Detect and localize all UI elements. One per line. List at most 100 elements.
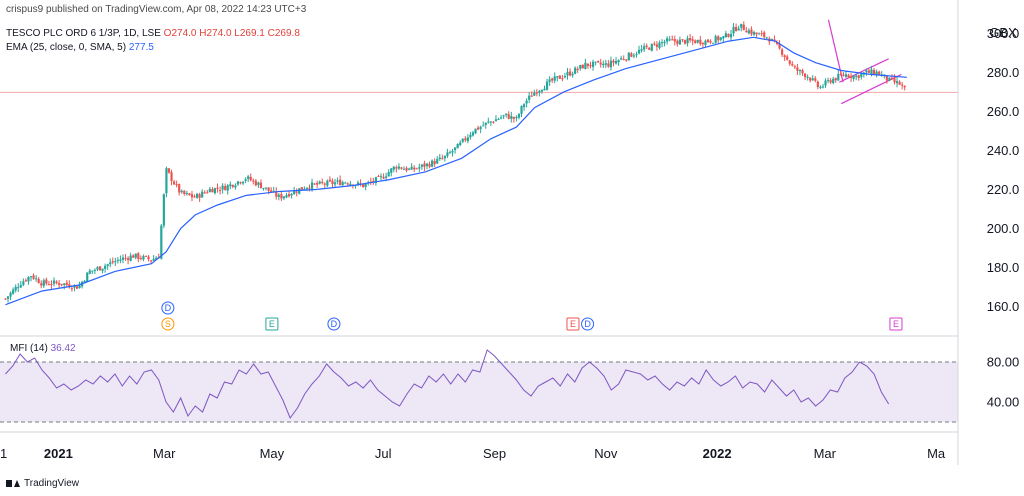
candle-body (40, 283, 43, 286)
mfi-legend[interactable]: MFI (14) 36.42 (10, 343, 76, 354)
time-axis[interactable]: 1 2021 Mar May Jul Sep Nov 2022 Mar Ma (0, 446, 946, 461)
candle-body (696, 39, 699, 43)
candle-body (650, 43, 653, 51)
candle-body (206, 192, 209, 194)
candle-body (295, 191, 298, 193)
candle-body (313, 183, 316, 185)
price-tick-label: 240.0 (987, 143, 1020, 158)
event-marker-d[interactable]: D (581, 317, 595, 331)
candle-body (535, 92, 538, 94)
candle-body (545, 81, 549, 90)
candle-body (740, 23, 743, 28)
candle-body (566, 72, 569, 76)
price-axis[interactable]: GBX160.0180.0200.0220.0240.0260.0280.030… (987, 25, 1020, 314)
price-tick-label: 220.0 (987, 182, 1020, 197)
candle-body (277, 194, 280, 197)
candle-body (643, 46, 646, 50)
time-tick-label: Ma (927, 446, 946, 461)
candle-body (625, 59, 628, 61)
candle-body (259, 182, 263, 189)
candle-body (666, 38, 669, 42)
candle-body (208, 188, 211, 193)
candle-body (377, 176, 380, 178)
tradingview-brand: TradingView (24, 478, 80, 489)
candle-body (109, 262, 112, 265)
candle-body (441, 158, 444, 160)
candle-body (318, 181, 321, 184)
candle-body (469, 134, 472, 138)
candle-body (144, 255, 148, 257)
candle-body (727, 33, 730, 37)
candle-body (249, 176, 252, 181)
candle-body (91, 270, 94, 272)
candle-body (443, 155, 446, 159)
candle-body (694, 40, 697, 44)
candle-body (676, 40, 679, 44)
candle-body (821, 86, 825, 88)
ema-label: EMA (25, close, 0, SMA, 5) (6, 42, 127, 53)
candle-body (111, 261, 114, 263)
candle-body (515, 116, 518, 119)
candle-body (239, 182, 242, 184)
candle-body (221, 185, 224, 190)
candle-body (321, 181, 324, 184)
mfi-pane[interactable] (0, 349, 958, 423)
candle-body (780, 49, 784, 55)
ohlc-values: O274.0 H274.0 L269.1 C269.8 (163, 28, 300, 39)
event-marker-s[interactable]: S (161, 317, 175, 331)
candle-body (844, 74, 848, 77)
event-marker-e[interactable]: E (265, 317, 279, 331)
candle-body (165, 168, 168, 194)
candle-body (257, 182, 260, 185)
candle-body (436, 159, 439, 164)
candle-body (893, 78, 896, 83)
candle-body (29, 276, 33, 278)
candle-body (870, 69, 873, 75)
candle-body (517, 114, 521, 118)
candle-body (254, 180, 257, 186)
candle-body (379, 176, 383, 178)
candle-body (765, 37, 768, 39)
event-marker-e[interactable]: E (889, 317, 903, 331)
candle-body (476, 127, 480, 130)
event-marker-e[interactable]: E (566, 317, 580, 331)
candle-body (714, 36, 717, 43)
candle-body (356, 182, 360, 184)
candle-body (798, 69, 802, 72)
candle-body (420, 164, 423, 167)
time-tick-label: 1 (0, 446, 7, 461)
candle-body (558, 75, 561, 79)
price-chart[interactable]: DS E D E D E GBX160.0180.0200.0220.0240.0260.… (0, 0, 1024, 496)
candle-body (533, 92, 536, 96)
candle-body (576, 69, 579, 71)
ema-legend[interactable]: EMA (25, close, 0, SMA, 5) 277.5 (6, 42, 154, 53)
candle-body (709, 41, 712, 43)
candle-body (58, 283, 61, 285)
candle-body (451, 151, 454, 153)
candle-body (814, 78, 817, 81)
candle-body (27, 276, 30, 282)
candle-body (829, 80, 832, 83)
tradingview-logo[interactable]: TradingView (6, 478, 79, 489)
candle-body (860, 73, 863, 78)
event-letter: E (893, 319, 899, 329)
candle-body (834, 78, 837, 81)
candle-body (520, 105, 523, 114)
candle-body (803, 73, 807, 78)
candle-body (622, 59, 625, 61)
event-letter: D (584, 319, 591, 329)
candle-body (482, 125, 485, 127)
candle-body (216, 187, 219, 189)
candle-body (213, 188, 217, 194)
candle-body (855, 75, 858, 77)
candle-body (691, 39, 694, 41)
event-marker-d[interactable]: D (327, 317, 341, 331)
mfi-axis[interactable]: 40.00 80.00 (987, 355, 1020, 410)
candle-body (890, 77, 894, 79)
time-tick-label: 2022 (703, 446, 732, 461)
candle-body (362, 184, 365, 188)
candle-body (326, 180, 329, 186)
candle-body (428, 163, 431, 167)
event-marker-d[interactable]: D (161, 301, 175, 315)
time-tick-label: Mar (814, 446, 837, 461)
